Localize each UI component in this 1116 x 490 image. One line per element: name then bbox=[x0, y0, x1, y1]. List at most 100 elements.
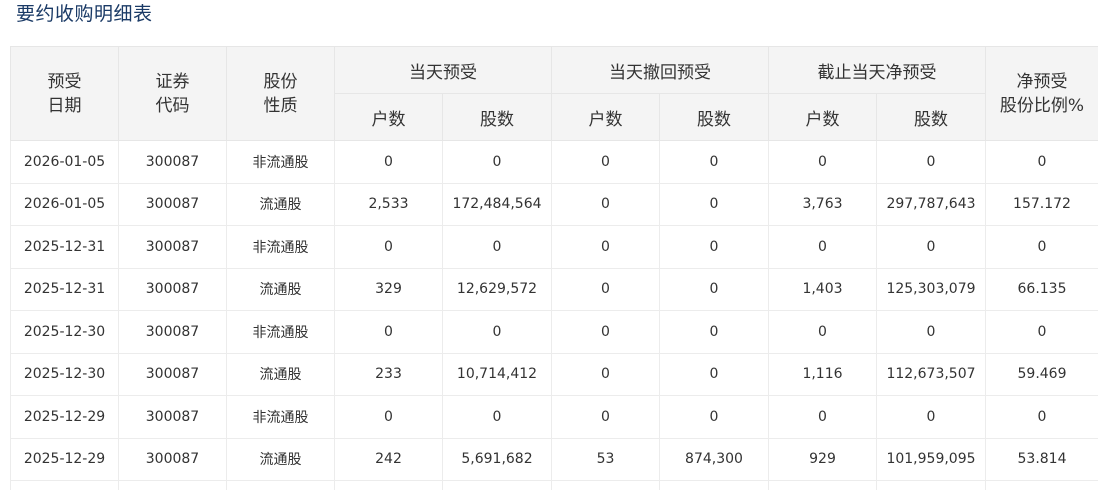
cell-code: 300087 bbox=[118, 182, 227, 226]
cell-nature-empty bbox=[226, 480, 335, 490]
cell-withdraw-accounts: 0 bbox=[551, 267, 660, 311]
table-row: 2025-12-29 300087 非流通股 0 0 0 0 0 0 0 bbox=[10, 395, 1098, 439]
header-net-shares: 股数 bbox=[876, 93, 986, 141]
table-row: 2026-01-05 300087 非流通股 0 0 0 0 0 0 0 bbox=[10, 140, 1098, 184]
header-withdraw-accounts: 户数 bbox=[551, 93, 660, 141]
header-nature: 股份 性质 bbox=[226, 46, 335, 141]
cell-date-empty bbox=[10, 480, 119, 490]
cell-nature: 非流通股 bbox=[226, 140, 335, 184]
cell-withdraw-shares: 874,300 bbox=[659, 437, 769, 481]
cell-code: 300087 bbox=[118, 395, 227, 439]
cell-code: 300087 bbox=[118, 225, 227, 269]
cell-code: 300087 bbox=[118, 352, 227, 396]
cell-nature: 流通股 bbox=[226, 267, 335, 311]
cell-code: 300087 bbox=[118, 310, 227, 354]
cell-nature: 非流通股 bbox=[226, 310, 335, 354]
cell-today-accounts: 0 bbox=[334, 310, 443, 354]
cell-ratio: 53.814 bbox=[985, 437, 1098, 481]
cell-ratio: 157.172 bbox=[985, 182, 1098, 226]
header-date-line2: 日期 bbox=[47, 95, 82, 116]
header-group-withdraw: 当天撤回预受 bbox=[551, 46, 769, 94]
cell-nature: 非流通股 bbox=[226, 395, 335, 439]
cell-today-shares-empty bbox=[442, 480, 552, 490]
cell-today-accounts: 242 bbox=[334, 437, 443, 481]
header-date-line1: 预受 bbox=[47, 71, 82, 92]
cell-withdraw-shares: 0 bbox=[659, 225, 769, 269]
cell-code: 300087 bbox=[118, 267, 227, 311]
table-body: 2026-01-05 300087 非流通股 0 0 0 0 0 0 0 2026-01-05 300… bbox=[10, 140, 1098, 490]
header-net-accounts: 户数 bbox=[768, 93, 877, 141]
cell-code: 300087 bbox=[118, 437, 227, 481]
cell-today-accounts: 233 bbox=[334, 352, 443, 396]
cell-today-accounts: 329 bbox=[334, 267, 443, 311]
cell-nature: 流通股 bbox=[226, 437, 335, 481]
cell-today-accounts: 2,533 bbox=[334, 182, 443, 226]
cell-net-shares-empty bbox=[876, 480, 986, 490]
cell-net-shares: 0 bbox=[876, 395, 986, 439]
cell-net-accounts: 0 bbox=[768, 310, 877, 354]
cell-net-accounts: 0 bbox=[768, 140, 877, 184]
header-today-accounts: 户数 bbox=[334, 93, 443, 141]
header-nature-line2: 性质 bbox=[263, 95, 298, 116]
table-header: 预受 日期 证券 代码 股份 性质 当天预受 当天撤回预受 截止当天净预受 净预… bbox=[10, 46, 1098, 141]
cell-date: 2025-12-30 bbox=[10, 310, 119, 354]
cell-date: 2026-01-05 bbox=[10, 140, 119, 184]
cell-withdraw-shares-empty bbox=[659, 480, 769, 490]
cell-date: 2025-12-31 bbox=[10, 267, 119, 311]
cell-net-accounts-empty bbox=[768, 480, 877, 490]
header-ratio: 净预受 股份比例% bbox=[985, 46, 1098, 141]
cell-today-shares: 0 bbox=[442, 225, 552, 269]
table-row: 2025-12-30 300087 流通股 233 10,714,412 0 0 1,116 1… bbox=[10, 352, 1098, 396]
cell-code-empty bbox=[118, 480, 227, 490]
offer-detail-table: 预受 日期 证券 代码 股份 性质 当天预受 当天撤回预受 截止当天净预受 净预… bbox=[10, 46, 1098, 490]
cell-withdraw-shares: 0 bbox=[659, 267, 769, 311]
cell-net-shares: 101,959,095 bbox=[876, 437, 986, 481]
cell-withdraw-accounts: 0 bbox=[551, 395, 660, 439]
header-code-line2: 代码 bbox=[155, 95, 190, 116]
cell-today-accounts: 0 bbox=[334, 225, 443, 269]
header-ratio-line1: 净预受 bbox=[1016, 71, 1068, 92]
cell-withdraw-accounts-empty bbox=[551, 480, 660, 490]
cell-net-shares: 112,673,507 bbox=[876, 352, 986, 396]
cell-withdraw-accounts: 0 bbox=[551, 182, 660, 226]
cell-ratio: 0 bbox=[985, 395, 1098, 439]
cell-net-accounts: 1,403 bbox=[768, 267, 877, 311]
cell-ratio: 0 bbox=[985, 310, 1098, 354]
cell-today-shares: 172,484,564 bbox=[442, 182, 552, 226]
cell-withdraw-accounts: 0 bbox=[551, 225, 660, 269]
cell-net-shares: 0 bbox=[876, 225, 986, 269]
cell-date: 2026-01-05 bbox=[10, 182, 119, 226]
cell-nature: 非流通股 bbox=[226, 225, 335, 269]
cell-today-accounts: 0 bbox=[334, 395, 443, 439]
detail-table-container: 预受 日期 证券 代码 股份 性质 当天预受 当天撤回预受 截止当天净预受 净预… bbox=[10, 46, 1098, 490]
cell-today-shares: 12,629,572 bbox=[442, 267, 552, 311]
cell-ratio: 0 bbox=[985, 225, 1098, 269]
header-code-line1: 证券 bbox=[155, 71, 190, 92]
cell-nature: 流通股 bbox=[226, 182, 335, 226]
header-code: 证券 代码 bbox=[118, 46, 227, 141]
cell-withdraw-accounts: 0 bbox=[551, 140, 660, 184]
cell-today-shares: 5,691,682 bbox=[442, 437, 552, 481]
cell-today-shares: 0 bbox=[442, 310, 552, 354]
cell-withdraw-shares: 0 bbox=[659, 395, 769, 439]
cell-today-shares: 10,714,412 bbox=[442, 352, 552, 396]
cell-ratio-empty bbox=[985, 480, 1098, 490]
header-nature-line1: 股份 bbox=[263, 71, 298, 92]
cell-ratio: 66.135 bbox=[985, 267, 1098, 311]
table-row-partial bbox=[10, 480, 1098, 490]
header-today-shares: 股数 bbox=[442, 93, 552, 141]
cell-net-accounts: 929 bbox=[768, 437, 877, 481]
cell-code: 300087 bbox=[118, 140, 227, 184]
cell-net-shares: 125,303,079 bbox=[876, 267, 986, 311]
cell-withdraw-shares: 0 bbox=[659, 140, 769, 184]
cell-ratio: 0 bbox=[985, 140, 1098, 184]
cell-date: 2025-12-31 bbox=[10, 225, 119, 269]
cell-withdraw-shares: 0 bbox=[659, 310, 769, 354]
cell-net-shares: 0 bbox=[876, 310, 986, 354]
header-withdraw-shares: 股数 bbox=[659, 93, 769, 141]
cell-date: 2025-12-30 bbox=[10, 352, 119, 396]
cell-net-accounts: 0 bbox=[768, 225, 877, 269]
cell-date: 2025-12-29 bbox=[10, 437, 119, 481]
table-row: 2025-12-30 300087 非流通股 0 0 0 0 0 0 0 bbox=[10, 310, 1098, 354]
cell-today-shares: 0 bbox=[442, 140, 552, 184]
